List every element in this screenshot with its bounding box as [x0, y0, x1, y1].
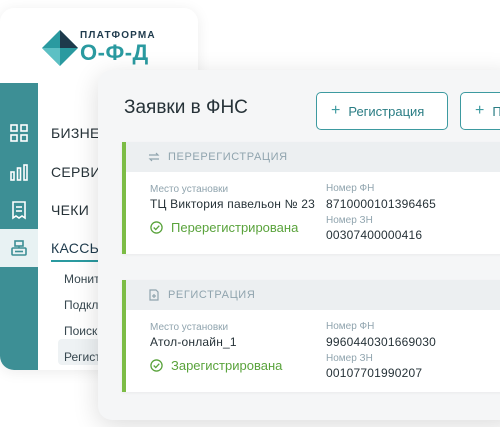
- zn-label: Номер ЗН: [326, 353, 373, 364]
- zn-value: 00107701990207: [326, 366, 423, 380]
- card-type-label: ПЕРЕРЕГИСТРАЦИЯ: [168, 151, 288, 163]
- plus-icon: +: [331, 102, 341, 119]
- page-title: Заявки в ФНС: [124, 97, 248, 118]
- fn-value: 9960440301669030: [326, 335, 436, 349]
- location-label: Место установки: [150, 184, 229, 195]
- submenu-item-registration[interactable]: Регист: [64, 350, 101, 364]
- logo-main-text: О-Ф-Д: [80, 40, 149, 65]
- zn-value: 00307400000416: [326, 228, 423, 242]
- logo-mark-icon: [42, 30, 78, 66]
- status-badge: Перерегистрирована: [150, 220, 298, 235]
- icon-rail: [0, 83, 38, 370]
- document-plus-icon: [149, 289, 159, 301]
- receipt-icon: [12, 201, 26, 220]
- fn-label: Номер ФН: [326, 183, 375, 194]
- menu-item-registers[interactable]: КАССЫ: [51, 240, 102, 256]
- check-circle-icon: [150, 359, 163, 372]
- rail-item-business[interactable]: [0, 114, 38, 152]
- grid-icon: [10, 124, 28, 142]
- menu-item-receipts[interactable]: ЧЕКИ: [51, 202, 89, 218]
- location-value: Атол-онлайн_1: [150, 335, 237, 349]
- rail-item-registers[interactable]: [0, 229, 38, 267]
- location-label: Место установки: [150, 322, 229, 333]
- register-button-label: Регистрация: [348, 103, 425, 119]
- submenu-item-search[interactable]: Поиск: [64, 324, 97, 338]
- card-header: РЕГИСТРАЦИЯ: [126, 280, 500, 310]
- fn-label: Номер ФН: [326, 321, 375, 332]
- plus-icon: +: [475, 102, 485, 119]
- check-circle-icon: [150, 221, 163, 234]
- app-stage: ПЛАТФОРМА О-Ф-Д БИЗНЕС СЕРВИСЫ ЧЕКИ КАСС…: [0, 0, 500, 427]
- chart-bars-icon: [10, 164, 28, 181]
- register-button[interactable]: + Регистрация: [316, 92, 448, 130]
- rail-item-services[interactable]: [0, 153, 38, 191]
- status-text: Перерегистрирована: [171, 220, 299, 235]
- card-header: ПЕРЕРЕГИСТРАЦИЯ: [126, 142, 500, 172]
- application-card[interactable]: ПЕРЕРЕГИСТРАЦИЯ Место установки ТЦ Викто…: [122, 142, 500, 254]
- status-text: Зарегистрирована: [171, 358, 283, 373]
- card-type-label: РЕГИСТРАЦИЯ: [168, 289, 256, 301]
- secondary-add-button[interactable]: + П: [460, 92, 500, 130]
- rail-item-receipts[interactable]: [0, 191, 38, 229]
- application-card[interactable]: РЕГИСТРАЦИЯ Место установки Атол-онлайн_…: [122, 280, 500, 392]
- submenu-item-connection[interactable]: Подкл: [64, 298, 98, 312]
- submenu-item-monitoring[interactable]: Монит: [64, 272, 100, 286]
- location-value: ТЦ Виктория павельон № 23: [150, 197, 316, 211]
- status-badge: Зарегистрирована: [150, 358, 282, 373]
- applications-panel: Заявки в ФНС + Регистрация + П ПЕРЕРЕГИС…: [98, 70, 500, 420]
- logo[interactable]: ПЛАТФОРМА О-Ф-Д: [40, 24, 180, 74]
- swap-arrows-icon: [148, 152, 160, 162]
- zn-label: Номер ЗН: [326, 215, 373, 226]
- cash-register-icon: [11, 240, 27, 256]
- fn-value: 8710000101396465: [326, 197, 436, 211]
- secondary-add-button-label: П: [492, 104, 500, 119]
